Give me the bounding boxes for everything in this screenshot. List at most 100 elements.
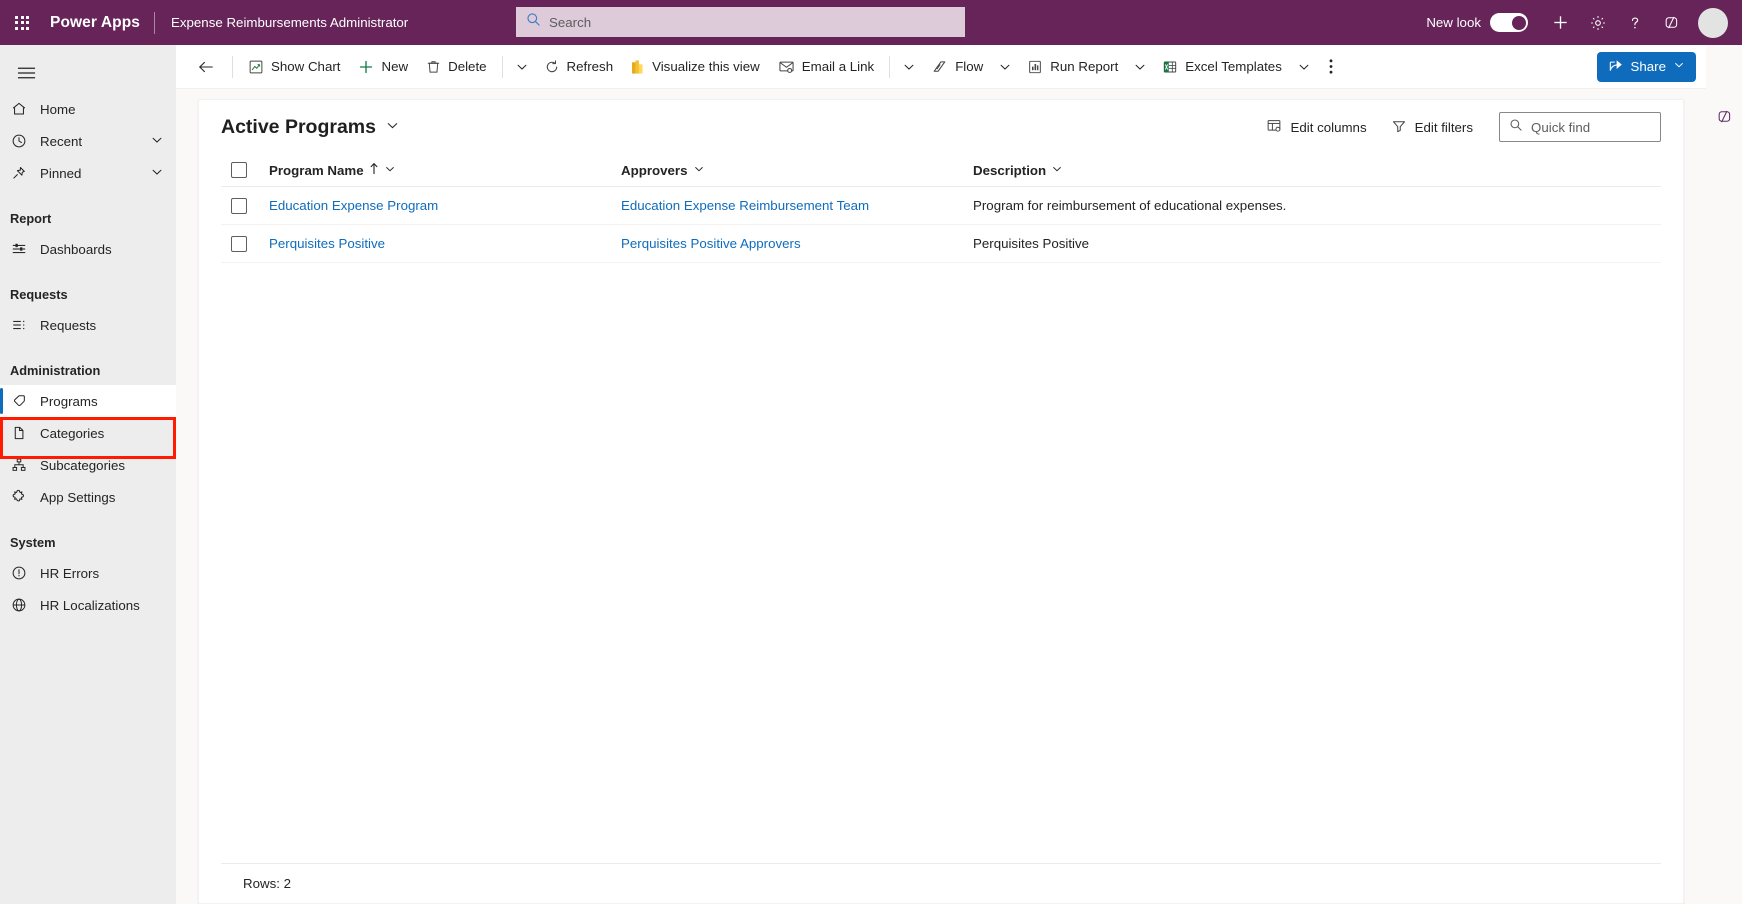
sidebar-group-administration: Administration [10,362,101,378]
global-search-input[interactable] [549,14,955,30]
sidebar-item-label: Recent [40,133,83,149]
settings-gear-icon[interactable] [1579,0,1616,45]
select-all-checkbox[interactable] [231,162,247,178]
share-button[interactable]: Share [1596,51,1696,82]
grid-card: Active Programs Edit columns Edit filter… [198,99,1684,904]
columns-icon [1266,118,1282,137]
excel-templates-button[interactable]: Excel Templates [1153,50,1291,84]
hierarchy-icon [10,457,28,473]
chevron-down-icon[interactable] [385,116,400,139]
sidebar-item-app-settings[interactable]: App Settings [0,481,176,513]
hamburger-icon[interactable] [6,53,46,93]
column-header-description[interactable]: Description [973,163,1661,178]
sidebar-item-requests[interactable]: Requests [0,309,176,341]
row-checkbox[interactable] [231,197,247,214]
sidebar-item-hr-errors[interactable]: HR Errors [0,557,176,589]
command-divider [889,55,891,78]
copilot-icon[interactable] [1653,0,1690,45]
row-checkbox[interactable] [231,235,247,252]
select-all-cell[interactable] [221,162,269,178]
delete-overflow-chevron-down-icon[interactable] [509,50,535,84]
global-search-box[interactable] [516,7,965,37]
trash-icon [426,59,441,75]
brand-title[interactable]: Power Apps [44,14,154,32]
command-label: Excel Templates [1185,59,1282,74]
email-a-link-button[interactable]: Email a Link [769,50,883,84]
chevron-down-icon[interactable] [1051,163,1063,178]
grid-header-row: Program Name Approvers Description [221,154,1661,187]
user-avatar[interactable] [1698,7,1728,38]
grid-body: Education Expense Program Education Expe… [199,187,1683,863]
view-header-actions: Edit columns Edit filters [1256,111,1661,143]
column-label: Description [973,162,1047,178]
sidebar-item-label: Pinned [40,165,82,181]
visualize-this-view-button[interactable]: Visualize this view [622,50,769,84]
email-overflow-chevron-down-icon[interactable] [896,50,922,84]
chevron-down-icon[interactable] [150,165,168,182]
table-row[interactable]: Perquisites Positive Perquisites Positiv… [221,225,1661,263]
top-bar-actions: New look [1426,0,1742,45]
excel-templates-chevron-down-icon[interactable] [1291,50,1317,84]
column-header-approvers[interactable]: Approvers [621,163,973,178]
command-divider [232,55,233,78]
sidebar-item-recent[interactable]: Recent [0,125,176,157]
refresh-icon [544,59,560,75]
more-vertical-icon[interactable] [1317,50,1345,84]
globe-icon [10,597,28,613]
run-report-button[interactable]: Run Report [1018,50,1127,84]
help-question-icon[interactable] [1616,0,1653,45]
sidebar-item-label: Requests [40,317,97,333]
show-chart-button[interactable]: Show Chart [239,50,349,84]
cell-program-name[interactable]: Perquisites Positive [269,236,621,251]
chevron-down-icon[interactable] [150,133,168,150]
flow-button[interactable]: Flow [922,50,992,84]
quick-find-input[interactable] [1531,119,1651,135]
view-selector[interactable]: Active Programs [221,116,400,139]
edit-filters-button[interactable]: Edit filters [1381,111,1483,143]
new-button[interactable]: New [349,50,417,84]
add-icon[interactable] [1542,0,1579,45]
run-report-chevron-down-icon[interactable] [1127,50,1153,84]
command-label: Refresh [566,59,614,74]
sidebar-item-label: Dashboards [40,241,112,257]
share-chevron-down-icon[interactable] [1673,59,1685,74]
sidebar-navigation: Home Recent Pinned Report Dashboards Req… [0,45,176,904]
sidebar-item-label: Home [40,101,76,117]
chevron-down-icon[interactable] [384,163,396,178]
quick-find-box[interactable] [1499,112,1661,142]
row-select-cell[interactable] [221,235,269,252]
column-label: Program Name [269,162,364,178]
sidebar-item-subcategories[interactable]: Subcategories [0,449,176,481]
edit-columns-button[interactable]: Edit columns [1256,111,1376,143]
copilot-icon[interactable] [1715,107,1734,131]
sidebar-item-categories[interactable]: Categories [0,417,176,449]
row-select-cell[interactable] [221,197,269,214]
column-header-program-name[interactable]: Program Name [269,162,621,178]
sidebar-item-programs[interactable]: Programs [0,385,176,417]
cell-approvers[interactable]: Perquisites Positive Approvers [621,236,973,251]
sidebar-group-system: System [10,534,56,550]
page-body: Home Recent Pinned Report Dashboards Req… [0,45,1742,904]
back-arrow-icon[interactable] [190,51,222,83]
plus-icon [358,59,374,75]
search-icon [1509,118,1523,137]
sidebar-group-requests: Requests [10,286,68,302]
page-title: Active Programs [221,115,376,138]
sidebar-item-label: HR Localizations [40,597,140,613]
chevron-down-icon[interactable] [693,163,705,178]
clock-icon [10,133,28,149]
filter-funnel-icon [1391,118,1407,137]
share-icon [1608,58,1624,76]
flow-chevron-down-icon[interactable] [992,50,1018,84]
cell-approvers[interactable]: Education Expense Reimbursement Team [621,198,973,213]
delete-button[interactable]: Delete [417,50,495,84]
refresh-button[interactable]: Refresh [535,50,623,84]
sidebar-item-pinned[interactable]: Pinned [0,157,176,189]
cell-program-name[interactable]: Education Expense Program [269,198,621,213]
sidebar-item-dashboards[interactable]: Dashboards [0,233,176,265]
sidebar-item-home[interactable]: Home [0,93,176,125]
app-launcher-icon[interactable] [0,0,44,45]
sidebar-item-hr-localizations[interactable]: HR Localizations [0,589,176,621]
new-look-toggle[interactable] [1490,13,1528,32]
table-row[interactable]: Education Expense Program Education Expe… [221,187,1661,225]
